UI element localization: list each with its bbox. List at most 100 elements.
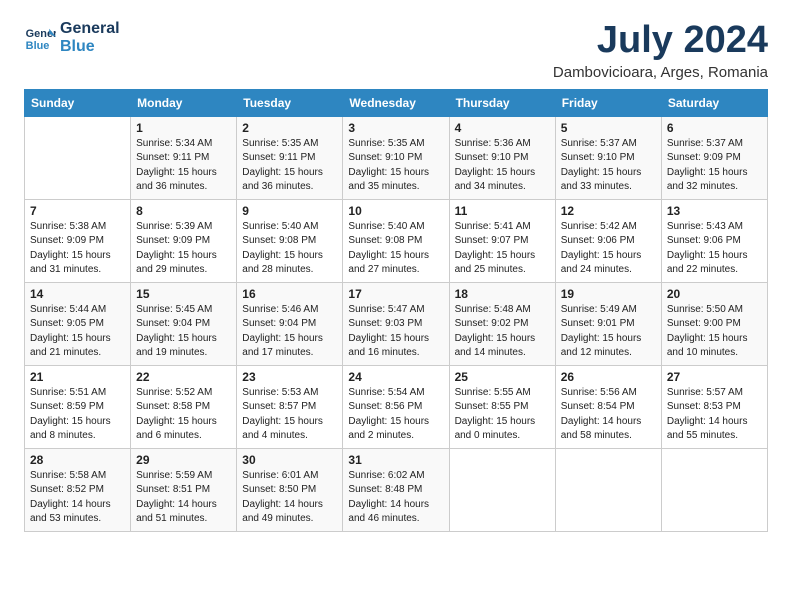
- day-info: Sunrise: 5:42 AMSunset: 9:06 PMDaylight:…: [561, 220, 656, 278]
- day-info: Sunrise: 5:53 AMSunset: 8:57 PMDaylight:…: [242, 386, 337, 444]
- week-row-4: 21 Sunrise: 5:51 AMSunset: 8:59 PMDaylig…: [25, 365, 768, 448]
- day-cell: 5 Sunrise: 5:37 AMSunset: 9:10 PMDayligh…: [555, 116, 661, 199]
- day-cell: 21 Sunrise: 5:51 AMSunset: 8:59 PMDaylig…: [25, 365, 131, 448]
- page-header: General Blue GeneralBlue General Blue Ju…: [24, 20, 768, 81]
- week-row-1: 1 Sunrise: 5:34 AMSunset: 9:11 PMDayligh…: [25, 116, 768, 199]
- day-info: Sunrise: 5:46 AMSunset: 9:04 PMDaylight:…: [242, 303, 337, 361]
- day-cell: 20 Sunrise: 5:50 AMSunset: 9:00 PMDaylig…: [661, 282, 767, 365]
- day-number: 3: [348, 121, 443, 135]
- day-number: 28: [30, 453, 125, 467]
- day-cell: 24 Sunrise: 5:54 AMSunset: 8:56 PMDaylig…: [343, 365, 449, 448]
- day-cell: 2 Sunrise: 5:35 AMSunset: 9:11 PMDayligh…: [237, 116, 343, 199]
- day-number: 13: [667, 204, 762, 218]
- day-cell: 6 Sunrise: 5:37 AMSunset: 9:09 PMDayligh…: [661, 116, 767, 199]
- day-number: 14: [30, 287, 125, 301]
- day-number: 2: [242, 121, 337, 135]
- day-cell: 28 Sunrise: 5:58 AMSunset: 8:52 PMDaylig…: [25, 448, 131, 531]
- day-number: 8: [136, 204, 231, 218]
- day-info: Sunrise: 5:35 AMSunset: 9:10 PMDaylight:…: [348, 137, 443, 195]
- day-cell: 11 Sunrise: 5:41 AMSunset: 9:07 PMDaylig…: [449, 199, 555, 282]
- day-info: Sunrise: 5:37 AMSunset: 9:09 PMDaylight:…: [667, 137, 762, 195]
- weekday-header-tuesday: Tuesday: [237, 89, 343, 116]
- day-cell: 4 Sunrise: 5:36 AMSunset: 9:10 PMDayligh…: [449, 116, 555, 199]
- location: Dambovicioara, Arges, Romania: [553, 64, 768, 81]
- day-number: 20: [667, 287, 762, 301]
- day-info: Sunrise: 5:47 AMSunset: 9:03 PMDaylight:…: [348, 303, 443, 361]
- day-cell: [449, 448, 555, 531]
- day-cell: [25, 116, 131, 199]
- day-cell: 30 Sunrise: 6:01 AMSunset: 8:50 PMDaylig…: [237, 448, 343, 531]
- day-number: 16: [242, 287, 337, 301]
- day-number: 25: [455, 370, 550, 384]
- day-cell: 8 Sunrise: 5:39 AMSunset: 9:09 PMDayligh…: [131, 199, 237, 282]
- day-info: Sunrise: 5:37 AMSunset: 9:10 PMDaylight:…: [561, 137, 656, 195]
- day-number: 12: [561, 204, 656, 218]
- day-info: Sunrise: 5:38 AMSunset: 9:09 PMDaylight:…: [30, 220, 125, 278]
- month-title: July 2024: [553, 20, 768, 62]
- day-cell: 17 Sunrise: 5:47 AMSunset: 9:03 PMDaylig…: [343, 282, 449, 365]
- day-number: 29: [136, 453, 231, 467]
- week-row-2: 7 Sunrise: 5:38 AMSunset: 9:09 PMDayligh…: [25, 199, 768, 282]
- weekday-header-friday: Friday: [555, 89, 661, 116]
- weekday-header-thursday: Thursday: [449, 89, 555, 116]
- day-info: Sunrise: 5:58 AMSunset: 8:52 PMDaylight:…: [30, 469, 125, 527]
- day-cell: 13 Sunrise: 5:43 AMSunset: 9:06 PMDaylig…: [661, 199, 767, 282]
- logo-line2: Blue: [60, 38, 120, 56]
- day-number: 23: [242, 370, 337, 384]
- day-cell: 14 Sunrise: 5:44 AMSunset: 9:05 PMDaylig…: [25, 282, 131, 365]
- weekday-header-monday: Monday: [131, 89, 237, 116]
- day-cell: [661, 448, 767, 531]
- day-cell: 16 Sunrise: 5:46 AMSunset: 9:04 PMDaylig…: [237, 282, 343, 365]
- day-cell: 12 Sunrise: 5:42 AMSunset: 9:06 PMDaylig…: [555, 199, 661, 282]
- svg-text:Blue: Blue: [26, 40, 50, 52]
- week-row-3: 14 Sunrise: 5:44 AMSunset: 9:05 PMDaylig…: [25, 282, 768, 365]
- day-info: Sunrise: 5:52 AMSunset: 8:58 PMDaylight:…: [136, 386, 231, 444]
- day-info: Sunrise: 5:49 AMSunset: 9:01 PMDaylight:…: [561, 303, 656, 361]
- weekday-row: SundayMondayTuesdayWednesdayThursdayFrid…: [25, 89, 768, 116]
- weekday-header-saturday: Saturday: [661, 89, 767, 116]
- day-info: Sunrise: 5:41 AMSunset: 9:07 PMDaylight:…: [455, 220, 550, 278]
- day-number: 5: [561, 121, 656, 135]
- day-info: Sunrise: 5:39 AMSunset: 9:09 PMDaylight:…: [136, 220, 231, 278]
- day-number: 11: [455, 204, 550, 218]
- day-info: Sunrise: 5:44 AMSunset: 9:05 PMDaylight:…: [30, 303, 125, 361]
- logo-line1: General: [60, 20, 120, 38]
- day-info: Sunrise: 5:40 AMSunset: 9:08 PMDaylight:…: [242, 220, 337, 278]
- calendar-table: SundayMondayTuesdayWednesdayThursdayFrid…: [24, 89, 768, 532]
- day-number: 9: [242, 204, 337, 218]
- day-cell: 23 Sunrise: 5:53 AMSunset: 8:57 PMDaylig…: [237, 365, 343, 448]
- day-cell: 7 Sunrise: 5:38 AMSunset: 9:09 PMDayligh…: [25, 199, 131, 282]
- day-cell: 25 Sunrise: 5:55 AMSunset: 8:55 PMDaylig…: [449, 365, 555, 448]
- day-number: 10: [348, 204, 443, 218]
- day-number: 19: [561, 287, 656, 301]
- day-info: Sunrise: 5:43 AMSunset: 9:06 PMDaylight:…: [667, 220, 762, 278]
- day-cell: 18 Sunrise: 5:48 AMSunset: 9:02 PMDaylig…: [449, 282, 555, 365]
- day-cell: 1 Sunrise: 5:34 AMSunset: 9:11 PMDayligh…: [131, 116, 237, 199]
- weekday-header-sunday: Sunday: [25, 89, 131, 116]
- day-number: 21: [30, 370, 125, 384]
- day-number: 7: [30, 204, 125, 218]
- day-cell: [555, 448, 661, 531]
- day-number: 26: [561, 370, 656, 384]
- calendar-header: SundayMondayTuesdayWednesdayThursdayFrid…: [25, 89, 768, 116]
- day-cell: 9 Sunrise: 5:40 AMSunset: 9:08 PMDayligh…: [237, 199, 343, 282]
- day-number: 22: [136, 370, 231, 384]
- day-cell: 29 Sunrise: 5:59 AMSunset: 8:51 PMDaylig…: [131, 448, 237, 531]
- week-row-5: 28 Sunrise: 5:58 AMSunset: 8:52 PMDaylig…: [25, 448, 768, 531]
- day-cell: 27 Sunrise: 5:57 AMSunset: 8:53 PMDaylig…: [661, 365, 767, 448]
- day-info: Sunrise: 5:50 AMSunset: 9:00 PMDaylight:…: [667, 303, 762, 361]
- day-info: Sunrise: 6:02 AMSunset: 8:48 PMDaylight:…: [348, 469, 443, 527]
- day-cell: 31 Sunrise: 6:02 AMSunset: 8:48 PMDaylig…: [343, 448, 449, 531]
- day-info: Sunrise: 5:36 AMSunset: 9:10 PMDaylight:…: [455, 137, 550, 195]
- day-number: 27: [667, 370, 762, 384]
- day-number: 6: [667, 121, 762, 135]
- day-cell: 15 Sunrise: 5:45 AMSunset: 9:04 PMDaylig…: [131, 282, 237, 365]
- day-info: Sunrise: 6:01 AMSunset: 8:50 PMDaylight:…: [242, 469, 337, 527]
- day-cell: 3 Sunrise: 5:35 AMSunset: 9:10 PMDayligh…: [343, 116, 449, 199]
- day-info: Sunrise: 5:55 AMSunset: 8:55 PMDaylight:…: [455, 386, 550, 444]
- calendar-body: 1 Sunrise: 5:34 AMSunset: 9:11 PMDayligh…: [25, 116, 768, 531]
- day-number: 1: [136, 121, 231, 135]
- day-number: 15: [136, 287, 231, 301]
- day-info: Sunrise: 5:35 AMSunset: 9:11 PMDaylight:…: [242, 137, 337, 195]
- day-info: Sunrise: 5:54 AMSunset: 8:56 PMDaylight:…: [348, 386, 443, 444]
